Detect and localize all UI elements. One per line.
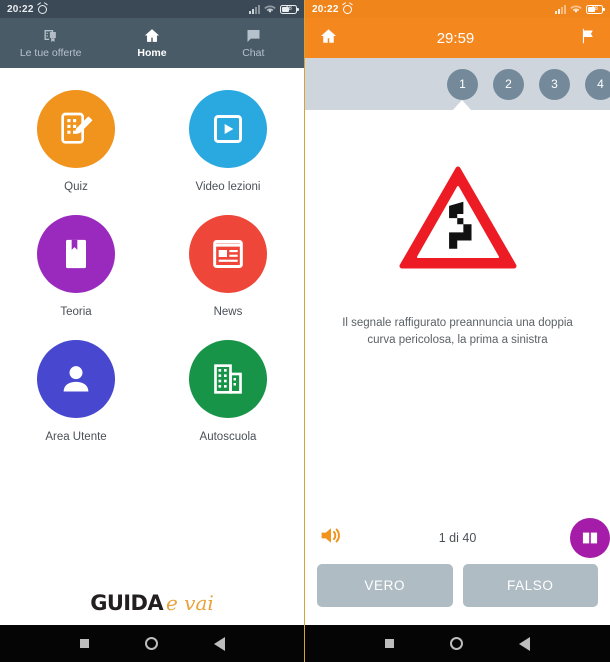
video-icon-circle <box>189 90 267 168</box>
square-recents-icon[interactable] <box>385 639 394 648</box>
grid-item-label: Teoria <box>60 306 92 318</box>
question-dot-1[interactable]: 1 <box>447 68 478 100</box>
status-icons: 48 <box>249 4 299 14</box>
triangle-back-icon[interactable] <box>213 636 225 651</box>
logo-text-primary: GUIDA <box>90 591 163 615</box>
quiz-content: Il segnale raffigurato preannuncia una d… <box>305 110 610 512</box>
status-icons: 48 <box>555 4 605 14</box>
alarm-icon <box>37 4 47 14</box>
user-person-icon <box>63 366 89 392</box>
grid-item-label: Autoscuola <box>199 431 257 443</box>
home-icon <box>143 27 161 44</box>
right-android-nav-bar <box>305 625 610 662</box>
quiz-timer: 29:59 <box>436 29 475 47</box>
quiz-form-pencil-icon <box>61 112 93 144</box>
alarm-icon <box>342 4 352 14</box>
controls-row: 1 di 40 <box>317 512 610 564</box>
status-clock: 20:22 <box>312 3 339 15</box>
autoscuola-icon-circle <box>189 340 267 418</box>
left-status-bar: 20:22 48 <box>0 0 304 18</box>
newspaper-icon <box>213 240 243 268</box>
home-content: Quiz Video lezioni Teoria News Area Uten… <box>0 68 304 625</box>
grid-item-label: Quiz <box>64 181 88 193</box>
right-phone-screen: 20:22 48 29:59 1 2 3 4 Il segnale raffig… <box>305 0 610 662</box>
news-icon-circle <box>189 215 267 293</box>
current-question-pointer <box>452 100 472 111</box>
signal-icon <box>555 4 566 14</box>
question-text: Il segnale raffigurato preannuncia una d… <box>342 317 573 346</box>
theory-book-button[interactable] <box>570 518 610 558</box>
circle-home-icon[interactable] <box>450 637 463 650</box>
battery-icon: 48 <box>586 4 605 14</box>
open-book-icon <box>582 532 598 544</box>
square-recents-icon[interactable] <box>79 639 89 648</box>
double-curve-left-warning-sign <box>399 166 516 269</box>
logo-text-secondary: e vai <box>165 591 214 615</box>
triangle-back-icon[interactable] <box>519 636 530 651</box>
tab-label: Le tue offerte <box>19 47 82 59</box>
quiz-icon-circle <box>37 90 115 168</box>
answer-buttons: VERO FALSO <box>317 564 598 617</box>
grid-item-video-lezioni[interactable]: Video lezioni <box>152 90 304 193</box>
battery-level: 48 <box>285 5 292 12</box>
quiz-controls: 1 di 40 VERO FALSO <box>305 512 610 625</box>
grid-item-label: News <box>213 306 243 318</box>
question-counter: 1 di 40 <box>438 531 477 545</box>
grid-item-label: Video lezioni <box>195 181 261 193</box>
wifi-icon <box>264 5 276 13</box>
certificate-icon <box>42 27 59 44</box>
question-dot-3[interactable]: 3 <box>539 68 570 100</box>
chat-bubble-icon <box>245 27 262 44</box>
question-number-nav: 1 2 3 4 <box>305 58 610 111</box>
grid-item-quiz[interactable]: Quiz <box>0 90 152 193</box>
grid-item-autoscuola[interactable]: Autoscuola <box>152 340 304 443</box>
app-logo: GUIDA e vai <box>0 591 304 615</box>
area-utente-icon-circle <box>37 340 115 418</box>
tab-label: Chat <box>242 47 265 59</box>
flag-icon[interactable] <box>579 27 596 50</box>
grid-item-label: Area Utente <box>45 431 107 443</box>
tab-home[interactable]: Home <box>101 18 202 68</box>
grid-item-area-utente[interactable]: Area Utente <box>0 340 152 443</box>
status-clock: 20:22 <box>7 3 34 15</box>
book-bookmark-icon <box>66 239 86 269</box>
battery-level: 48 <box>591 5 598 12</box>
left-android-nav-bar <box>0 625 304 662</box>
wifi-icon <box>570 5 582 13</box>
building-icon <box>214 364 242 394</box>
quiz-header: 29:59 <box>305 18 610 58</box>
tab-chat[interactable]: Chat <box>203 18 304 68</box>
teoria-icon-circle <box>37 215 115 293</box>
top-tab-bar: Le tue offerte Home Chat <box>0 18 304 68</box>
feature-grid: Quiz Video lezioni Teoria News Area Uten… <box>0 90 304 443</box>
speaker-volume-icon[interactable] <box>317 523 345 553</box>
signal-icon <box>249 4 260 14</box>
grid-item-news[interactable]: News <box>152 215 304 318</box>
battery-icon: 48 <box>280 4 299 14</box>
video-play-icon <box>214 115 242 143</box>
circle-home-icon[interactable] <box>144 637 158 650</box>
answer-vero-button[interactable]: VERO <box>317 564 453 607</box>
tab-le-tue-offerte[interactable]: Le tue offerte <box>0 18 101 68</box>
left-phone-screen: 20:22 48 Le tue offerte Home Chat Quiz V… <box>0 0 305 662</box>
question-dot-4[interactable]: 4 <box>585 68 610 100</box>
tab-label: Home <box>137 47 167 59</box>
grid-item-teoria[interactable]: Teoria <box>0 215 152 318</box>
right-status-bar: 20:22 48 <box>305 0 610 18</box>
dual-screenshot-container: 20:22 48 Le tue offerte Home Chat Quiz V… <box>0 0 610 662</box>
answer-falso-button[interactable]: FALSO <box>462 564 598 607</box>
question-dot-2[interactable]: 2 <box>493 68 524 100</box>
